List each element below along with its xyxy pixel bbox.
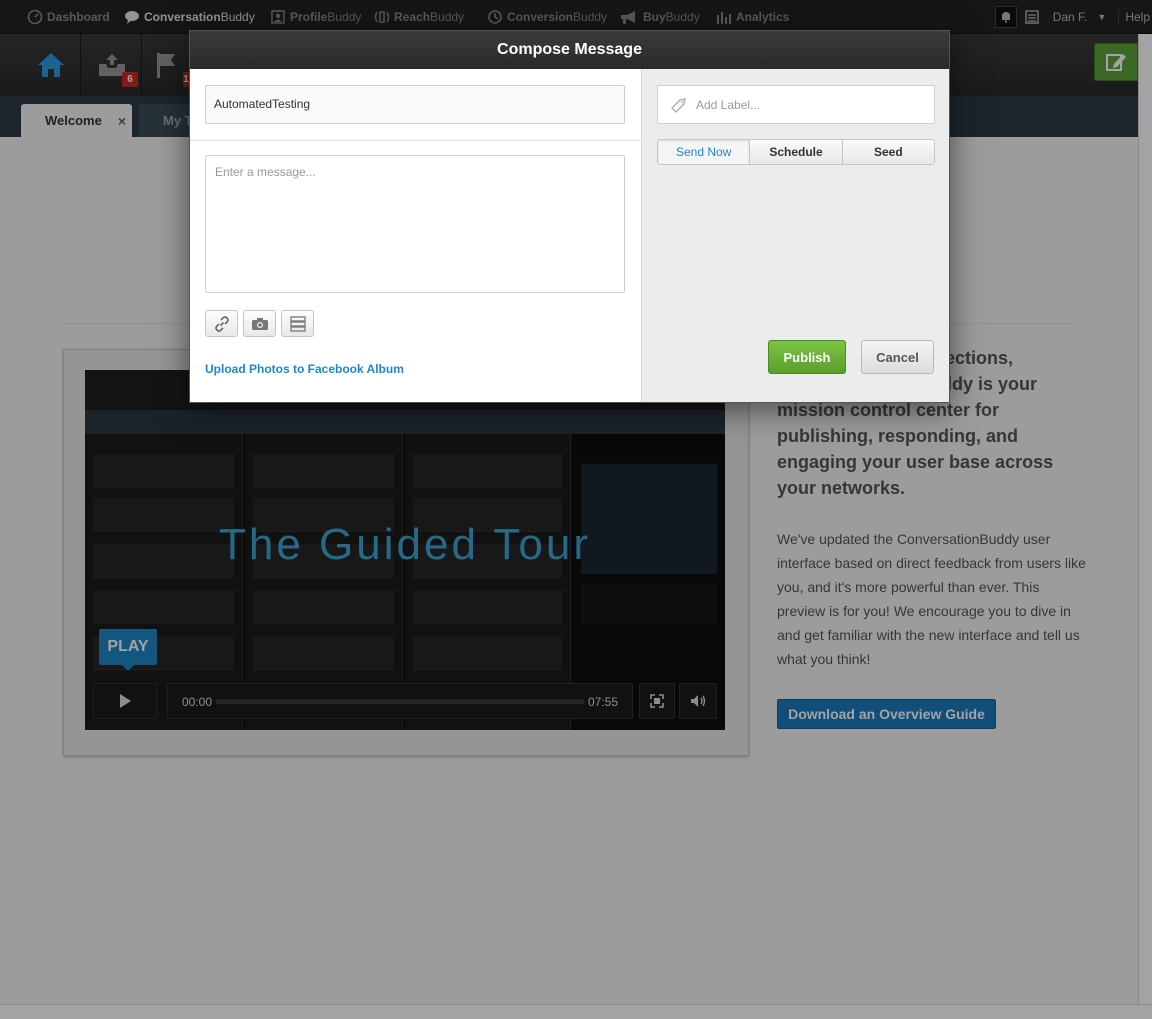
tag-icon — [670, 96, 688, 114]
divider — [190, 140, 641, 141]
compose-left-pane: AutomatedTesting Upload Photos to Facebo… — [190, 69, 641, 402]
upload-photos-link[interactable]: Upload Photos to Facebook Album — [205, 362, 404, 376]
compose-right-pane: Send Now Schedule Seed Publish Cancel — [641, 69, 949, 402]
modal-title: Compose Message — [190, 31, 949, 69]
schedule-option[interactable]: Schedule — [750, 140, 843, 164]
seed-option[interactable]: Seed — [842, 140, 934, 164]
send-now-option[interactable]: Send Now — [658, 140, 751, 164]
account-selector[interactable]: AutomatedTesting — [205, 85, 625, 124]
publish-button[interactable]: Publish — [768, 340, 846, 374]
cancel-button[interactable]: Cancel — [861, 340, 934, 374]
link-icon — [214, 315, 229, 332]
message-input[interactable] — [205, 155, 625, 293]
send-mode-selector: Send Now Schedule Seed — [657, 139, 935, 165]
attach-link-button[interactable] — [205, 310, 238, 337]
camera-icon — [251, 317, 268, 330]
label-input[interactable] — [696, 97, 916, 112]
attach-photo-button[interactable] — [243, 310, 276, 337]
compose-message-modal: Compose Message AutomatedTesting Upload … — [189, 30, 950, 403]
attach-list-button[interactable] — [281, 310, 314, 337]
list-icon — [289, 315, 306, 332]
label-field[interactable] — [657, 85, 935, 124]
